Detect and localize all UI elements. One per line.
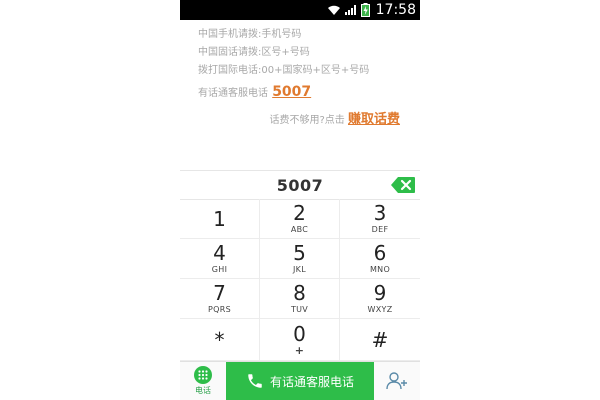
key-letters: JKL: [293, 265, 306, 274]
call-button-label: 有话通客服电话: [269, 374, 354, 389]
dial-number-display: 5007: [180, 170, 420, 200]
key-digit: 6: [373, 241, 387, 265]
key-4[interactable]: 4 GHI: [180, 239, 260, 279]
wifi-icon: [328, 5, 340, 15]
key-letters: +: [294, 344, 305, 357]
instruction-line: 拨打国际电话:00+国家码+区号+号码: [198, 65, 370, 76]
hotline-row: 有话通客服电话 5007: [198, 84, 413, 100]
key-2[interactable]: 2 ABC: [260, 199, 340, 239]
key-letters: DEF: [371, 225, 389, 234]
earn-credit-row: 话费不够用?点击 赚取话费: [269, 108, 400, 127]
key-letters: PQRS: [208, 305, 231, 314]
bottom-bar: 电话 有话通客服电话: [180, 361, 420, 400]
key-digit: 8: [293, 281, 306, 305]
keypad: 1 2 ABC 3 DEF 4 GHI 5 JKL 6 MNO 7 PQRS 8…: [180, 199, 420, 361]
add-contact-button[interactable]: [374, 362, 420, 400]
key-digit: 7: [213, 281, 226, 305]
key-star[interactable]: *: [180, 319, 260, 361]
signal-icon: [345, 5, 356, 15]
call-button[interactable]: 有话通客服电话: [226, 362, 374, 400]
key-hash[interactable]: #: [340, 319, 420, 361]
key-digit: 2: [293, 201, 306, 225]
key-3[interactable]: 3 DEF: [340, 199, 420, 239]
status-bar: 17:58: [180, 0, 420, 20]
earn-credit-link[interactable]: 赚取话费: [348, 112, 400, 127]
key-digit: 5: [293, 241, 306, 265]
dial-instructions: 中国手机请拨:手机号码 中国固话请拨:区号+号码 拨打国际电话:00+国家码+区…: [198, 26, 413, 100]
tab-phone-label: 电话: [195, 386, 211, 395]
key-9[interactable]: 9 WXYZ: [340, 279, 420, 319]
status-time: 17:58: [375, 2, 416, 18]
status-icons: [327, 2, 370, 18]
instruction-line: 中国手机请拨:手机号码: [198, 29, 302, 40]
key-5[interactable]: 5 JKL: [260, 239, 340, 279]
key-letters: WXYZ: [367, 305, 393, 314]
tab-phone[interactable]: 电话: [180, 362, 226, 400]
key-1[interactable]: 1: [180, 199, 260, 239]
key-letters: TUV: [290, 305, 309, 314]
key-digit: #: [371, 327, 389, 352]
key-6[interactable]: 6 MNO: [340, 239, 420, 279]
key-0[interactable]: 0 +: [260, 319, 340, 361]
key-letters: MNO: [369, 265, 391, 274]
key-letters: ABC: [290, 225, 309, 234]
key-digit: 0: [293, 322, 306, 346]
key-letters: GHI: [211, 265, 228, 274]
hotline-number-link[interactable]: 5007: [272, 84, 311, 100]
key-digit: *: [214, 327, 225, 352]
key-digit: 3: [373, 201, 387, 225]
key-digit: 1: [213, 206, 226, 231]
earn-credit-prompt: 话费不够用?点击: [269, 115, 345, 126]
key-8[interactable]: 8 TUV: [260, 279, 340, 319]
key-digit: 9: [373, 281, 387, 305]
battery-charging-icon: [361, 3, 370, 17]
add-contact-icon: [386, 372, 407, 390]
dialed-number: 5007: [276, 175, 324, 195]
dialer-screen: 17:58 中国手机请拨:手机号码 中国固话请拨:区号+号码 拨打国际电话:00…: [180, 0, 420, 400]
key-digit: 4: [213, 241, 226, 265]
hotline-label: 有话通客服电话: [198, 88, 268, 99]
backspace-icon[interactable]: [390, 176, 416, 194]
key-7[interactable]: 7 PQRS: [180, 279, 260, 319]
instruction-line: 中国固话请拨:区号+号码: [198, 47, 310, 58]
phone-icon: [248, 374, 262, 388]
dialpad-icon: [194, 366, 212, 384]
